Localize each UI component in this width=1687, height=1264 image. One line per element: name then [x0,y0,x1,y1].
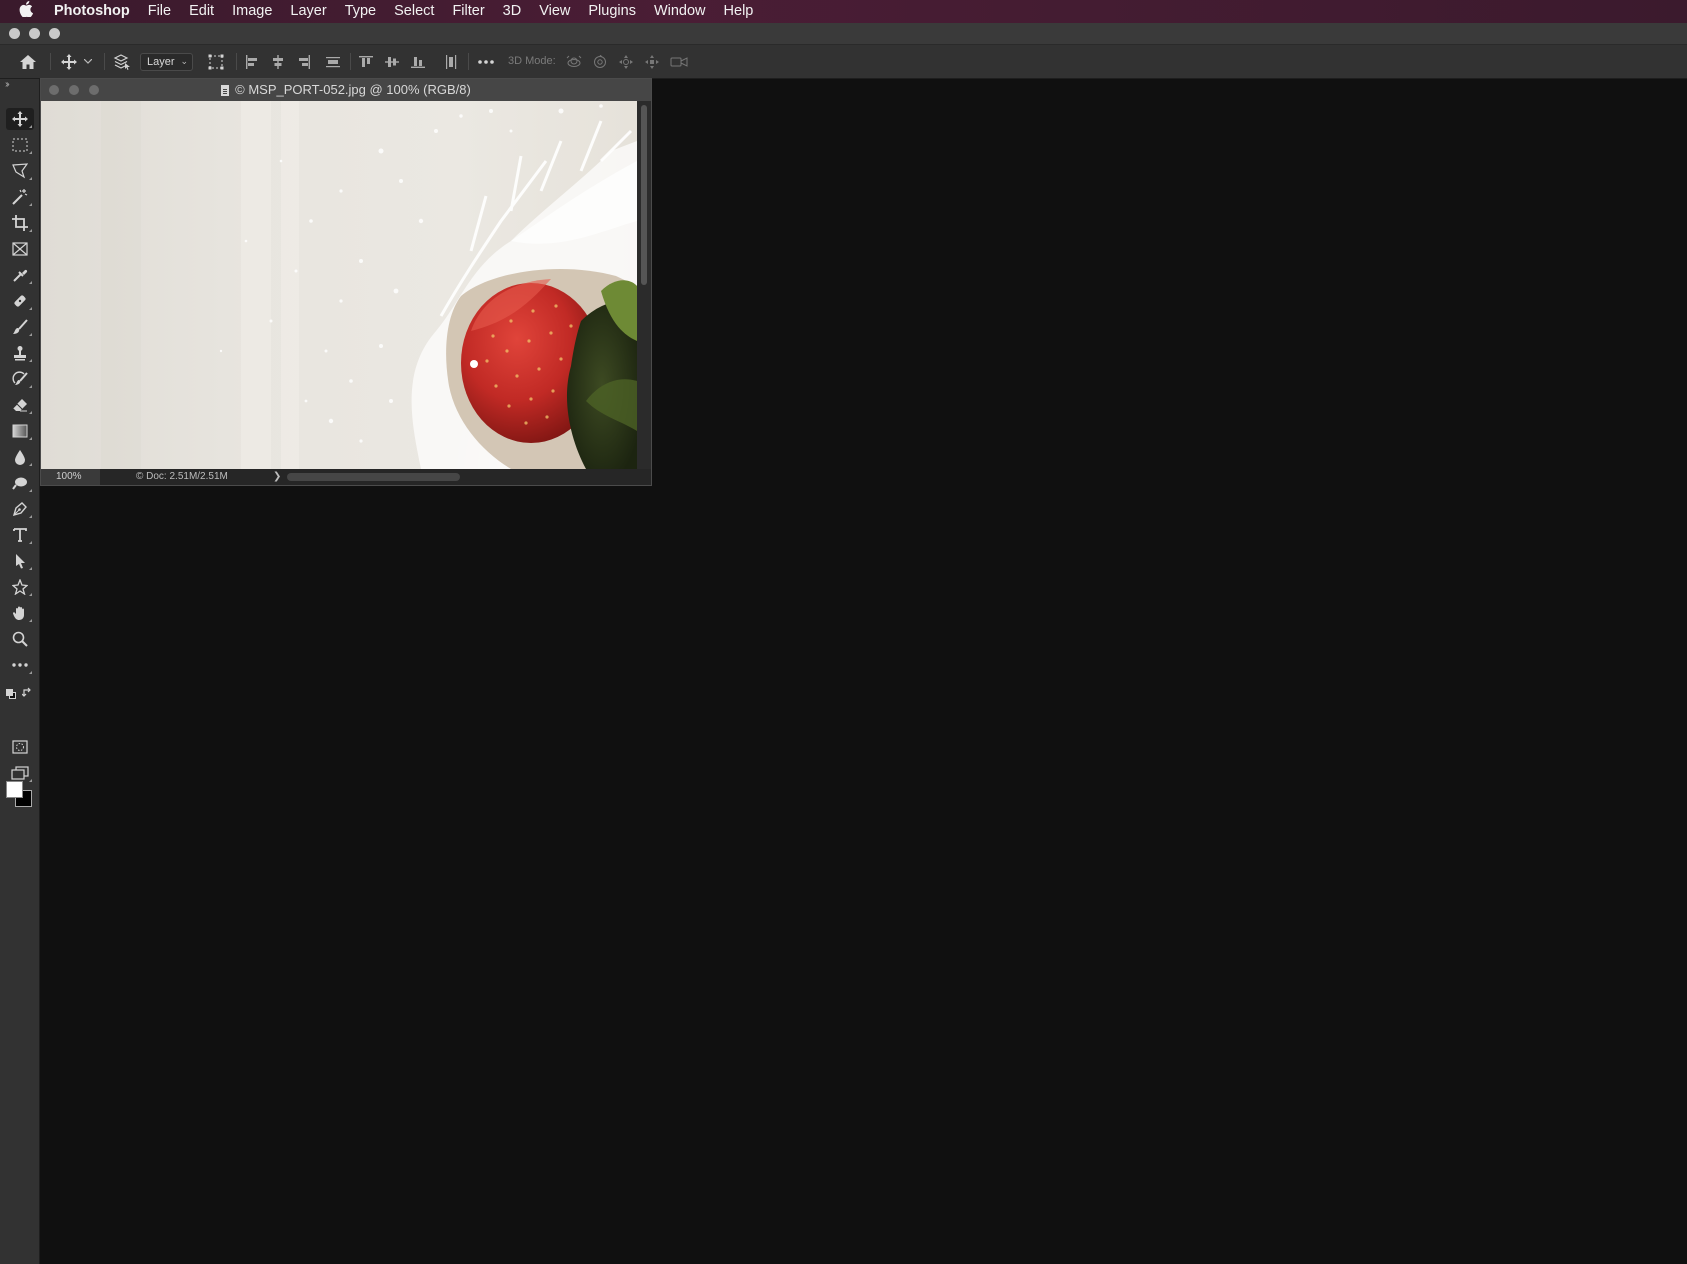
3d-pan-icon[interactable] [616,45,636,78]
polygonal-lasso-tool-icon[interactable] [6,160,34,182]
tools-panel: ›› [0,79,40,1264]
window-minimize-button[interactable] [29,28,40,39]
menu-edit[interactable]: Edit [180,0,223,23]
horizontal-scrollbar-thumb[interactable] [287,473,460,481]
healing-brush-tool-icon[interactable] [6,290,34,312]
history-brush-tool-icon[interactable] [6,368,34,390]
quick-mask-icon[interactable] [6,736,34,758]
move-tool-icon[interactable] [6,108,34,130]
3d-orbit-icon[interactable] [564,45,584,78]
auto-select-target-value: Layer [147,56,175,68]
type-tool-icon[interactable] [6,524,34,546]
swap-colors-icon[interactable] [21,685,33,697]
pen-tool-icon[interactable] [6,498,34,520]
window-close-button[interactable] [9,28,20,39]
menu-select[interactable]: Select [385,0,443,23]
menu-window[interactable]: Window [645,0,715,23]
blur-tool-icon[interactable] [6,446,34,468]
dodge-tool-icon[interactable] [6,472,34,494]
window-zoom-button[interactable] [49,28,60,39]
rectangular-marquee-tool-icon[interactable] [6,134,34,156]
vertical-scrollbar[interactable] [637,101,651,469]
3d-slide-icon[interactable] [642,45,662,78]
menu-image[interactable]: Image [223,0,281,23]
custom-shape-tool-icon[interactable] [6,576,34,598]
menu-layer[interactable]: Layer [281,0,335,23]
distribute-vertically-icon[interactable] [323,45,343,78]
magic-wand-tool-icon[interactable] [6,186,34,208]
eraser-tool-icon[interactable] [6,394,34,416]
gradient-tool-icon[interactable] [6,420,34,442]
image-canvas[interactable] [41,101,637,469]
move-tool-preset-icon[interactable] [58,45,80,78]
document-status-bar: 100% © Doc: 2.51M/2.51M ❯ [41,469,651,485]
document-minimize-button[interactable] [69,85,79,95]
dropdown-chevron-icon: ⌄ [180,56,188,66]
document-close-button[interactable] [49,85,59,95]
align-left-edges-icon[interactable] [242,45,262,78]
document-size-info[interactable]: © Doc: 2.51M/2.51M [136,469,228,485]
collapse-panel-icon[interactable]: ›› [5,79,9,90]
menu-bar: Photoshop File Edit Image Layer Type Sel… [0,0,1687,23]
menu-type[interactable]: Type [336,0,385,23]
align-horizontal-centers-icon[interactable] [268,45,288,78]
menu-filter[interactable]: Filter [443,0,493,23]
frame-tool-icon[interactable] [6,238,34,260]
document-zoom-button[interactable] [89,85,99,95]
app-titlebar [0,23,1687,45]
path-selection-tool-icon[interactable] [6,550,34,572]
apple-menu-icon[interactable] [0,1,52,22]
align-bottom-edges-icon[interactable] [408,45,428,78]
more-options-icon[interactable] [475,45,497,78]
options-bar: Layer ⌄ 3D Mode: [0,45,1687,79]
align-right-edges-icon[interactable] [294,45,314,78]
menu-plugins[interactable]: Plugins [579,0,645,23]
document-title: © MSP_PORT-052.jpg @ 100% (RGB/8) [235,82,471,97]
hand-tool-icon[interactable] [6,602,34,624]
screen-mode-icon[interactable] [6,762,34,784]
edit-toolbar-icon[interactable] [6,654,34,676]
vertical-scrollbar-thumb[interactable] [641,105,647,285]
app-menu[interactable]: Photoshop [52,0,139,23]
auto-select-target-dropdown[interactable]: Layer ⌄ [140,53,193,71]
document-window: © MSP_PORT-052.jpg @ 100% (RGB/8) 100% ©… [40,78,652,486]
strawberry-milk-splash-image [41,101,637,469]
brush-tool-icon[interactable] [6,316,34,338]
3d-mode-label: 3D Mode: [508,55,556,67]
document-file-icon [221,84,230,96]
home-button[interactable] [16,45,40,78]
3d-roll-icon[interactable] [590,45,610,78]
distribute-horizontally-icon[interactable] [441,45,461,78]
default-colors-icon[interactable] [6,686,16,699]
crop-tool-icon[interactable] [6,212,34,234]
menu-help[interactable]: Help [715,0,763,23]
clone-stamp-tool-icon[interactable] [6,342,34,364]
3d-scale-camera-icon[interactable] [668,45,690,78]
align-vertical-centers-icon[interactable] [382,45,402,78]
align-top-edges-icon[interactable] [356,45,376,78]
zoom-level-field[interactable]: 100% [41,469,100,485]
zoom-tool-icon[interactable] [6,628,34,650]
auto-select-layers-icon[interactable] [110,45,134,78]
menu-file[interactable]: File [139,0,180,23]
eyedropper-tool-icon[interactable] [6,264,34,286]
tool-preset-chevron-icon[interactable] [82,45,94,78]
show-transform-controls-icon[interactable] [205,45,227,78]
menu-3d[interactable]: 3D [494,0,531,23]
document-titlebar[interactable]: © MSP_PORT-052.jpg @ 100% (RGB/8) [41,79,651,102]
status-menu-arrow-icon[interactable]: ❯ [273,469,281,485]
menu-view[interactable]: View [530,0,579,23]
